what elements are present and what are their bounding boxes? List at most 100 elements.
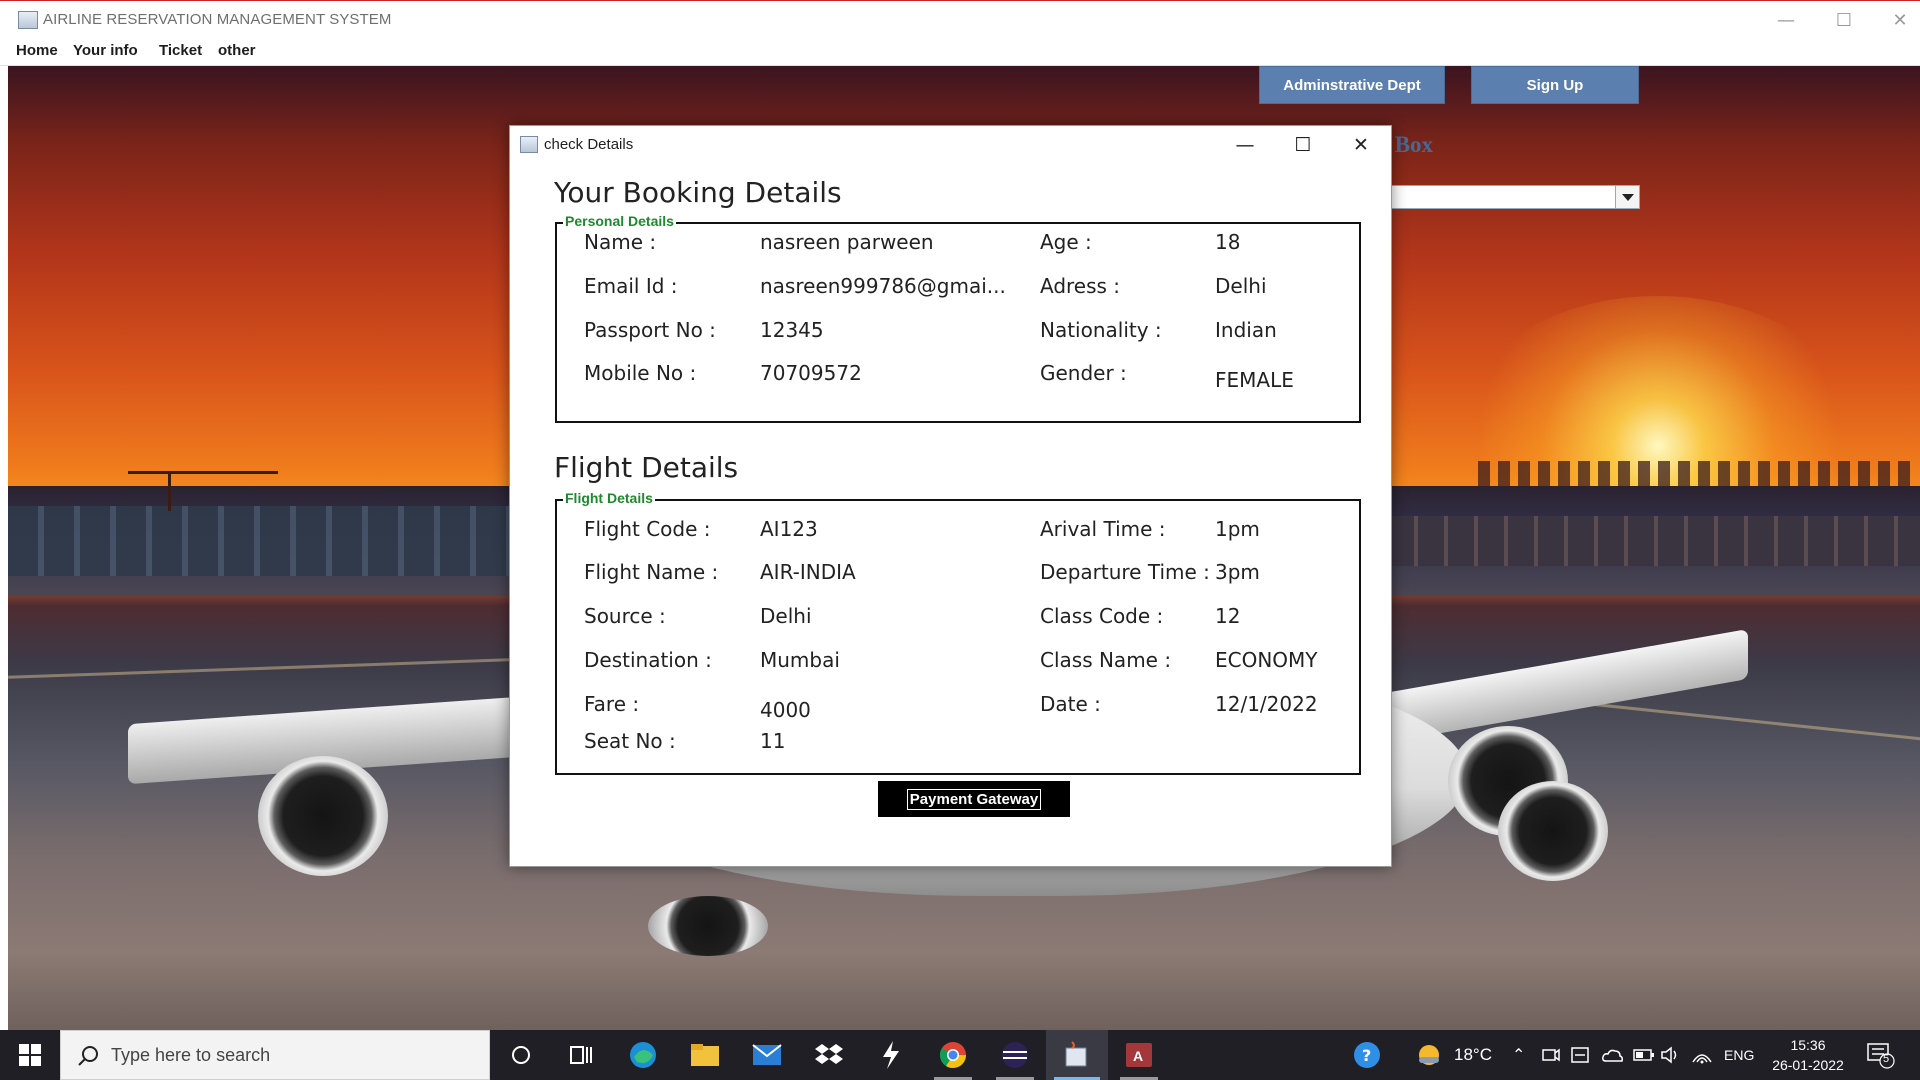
help-icon[interactable]: ? (1352, 1030, 1382, 1080)
notification-count-badge: 5 (1883, 1053, 1890, 1065)
date-label: Date : (1040, 692, 1101, 716)
seat-no-label: Seat No : (584, 729, 676, 753)
departure-time-label: Departure Time : (1040, 560, 1210, 584)
flight-name-value: AIR-INDIA (760, 560, 856, 584)
passport-value: 12345 (760, 318, 824, 342)
weather-sun-icon[interactable] (1415, 1030, 1443, 1080)
dialog-title: check Details (544, 136, 634, 153)
fare-label: Fare : (584, 692, 640, 716)
minimize-icon[interactable]: — (1758, 1, 1814, 39)
flight-details-legend: Flight Details (563, 490, 655, 506)
chrome-browser-icon[interactable] (922, 1030, 984, 1080)
sign-up-button[interactable]: Sign Up (1471, 66, 1639, 104)
onedrive-cloud-icon[interactable] (1601, 1030, 1623, 1080)
nationality-label: Nationality : (1040, 318, 1162, 342)
gender-value: FEMALE (1215, 368, 1294, 392)
clock-date: 26-01-2022 (1772, 1057, 1844, 1073)
task-view-icon[interactable] (550, 1030, 612, 1080)
departure-time-value: 3pm (1215, 560, 1260, 584)
destination-label: Destination : (584, 648, 712, 672)
class-code-label: Class Code : (1040, 604, 1164, 628)
mail-icon[interactable] (736, 1030, 798, 1080)
payment-gateway-button[interactable]: Payment Gateway (878, 781, 1070, 817)
class-name-value: ECONOMY (1215, 648, 1318, 672)
menu-home[interactable]: Home (16, 42, 58, 59)
maximize-icon[interactable]: ☐ (1274, 126, 1332, 164)
windows-start-icon[interactable] (0, 1030, 60, 1080)
nationality-value: Indian (1215, 318, 1277, 342)
address-value: Delhi (1215, 274, 1267, 298)
dropbox-icon[interactable] (798, 1030, 860, 1080)
main-window-titlebar: AIRLINE RESERVATION MANAGEMENT SYSTEM — … (0, 0, 1920, 38)
edge-browser-icon[interactable] (612, 1030, 674, 1080)
seat-no-value: 11 (760, 729, 786, 753)
class-name-label: Class Name : (1040, 648, 1172, 672)
flight-code-value: AI123 (760, 517, 818, 541)
wifi-icon[interactable] (1691, 1030, 1713, 1080)
payment-gateway-label: Payment Gateway (906, 788, 1042, 810)
address-label: Adress : (1040, 274, 1121, 298)
menu-ticket[interactable]: Ticket (159, 42, 202, 59)
chevron-down-icon[interactable] (1615, 186, 1639, 208)
destination-value: Mumbai (760, 648, 840, 672)
personal-details-legend: Personal Details (563, 213, 676, 229)
svg-text:?: ? (1362, 1046, 1371, 1065)
java-app-icon (520, 136, 538, 153)
age-label: Age : (1040, 230, 1092, 254)
dialog-titlebar: check Details — ☐ ✕ (510, 126, 1391, 164)
maximize-icon[interactable]: ☐ (1816, 1, 1872, 39)
svg-text:A: A (1133, 1048, 1143, 1064)
source-label: Source : (584, 604, 666, 628)
clock-time: 15:36 (1790, 1037, 1826, 1053)
age-value: 18 (1215, 230, 1241, 254)
email-label: Email Id : (584, 274, 678, 298)
close-icon[interactable]: ✕ (1332, 126, 1390, 164)
name-value: nasreen parween (760, 230, 934, 254)
close-icon[interactable]: ✕ (1872, 1, 1920, 39)
menu-your-info[interactable]: Your info (73, 42, 138, 59)
menu-bar: Home Your info Ticket other (0, 38, 1920, 66)
main-window-title: AIRLINE RESERVATION MANAGEMENT SYSTEM (43, 11, 392, 28)
arrival-time-label: Arival Time : (1040, 517, 1166, 541)
mobile-label: Mobile No : (584, 361, 697, 385)
combo-box[interactable] (1390, 185, 1640, 209)
clock[interactable]: 15:36 26-01-2022 (1768, 1030, 1848, 1080)
power-automate-icon[interactable] (860, 1030, 922, 1080)
personal-details-group: Personal Details Name : nasreen parween … (555, 213, 1361, 423)
language-indicator[interactable]: ENG (1724, 1030, 1754, 1080)
chevron-up-icon[interactable]: ⌃ (1512, 1030, 1525, 1080)
antivirus-icon[interactable] (1571, 1030, 1589, 1080)
passport-label: Passport No : (584, 318, 716, 342)
java-app-icon (18, 11, 38, 29)
booking-details-heading: Your Booking Details (554, 176, 842, 209)
date-value: 12/1/2022 (1215, 692, 1318, 716)
class-code-value: 12 (1215, 604, 1241, 628)
windows-taskbar: Type here to search A ? 18°C ⌃ ENG 15:36… (0, 1030, 1920, 1080)
volume-icon[interactable] (1660, 1030, 1682, 1080)
taskbar-search-placeholder: Type here to search (111, 1045, 271, 1065)
java-app-taskbar-icon[interactable] (1046, 1030, 1108, 1080)
meeting-camera-icon[interactable] (1542, 1030, 1560, 1080)
search-icon (78, 1046, 98, 1066)
taskbar-search-box[interactable]: Type here to search (60, 1030, 490, 1080)
arrival-time-value: 1pm (1215, 517, 1260, 541)
fare-value: 4000 (760, 698, 811, 722)
flight-details-group: Flight Details Flight Code : AI123 Ariva… (555, 490, 1361, 775)
check-details-dialog: check Details — ☐ ✕ Your Booking Details… (509, 125, 1392, 867)
gender-label: Gender : (1040, 361, 1127, 385)
menu-other[interactable]: other (218, 42, 256, 59)
cortana-icon[interactable] (490, 1030, 552, 1080)
access-db-icon[interactable]: A (1108, 1030, 1170, 1080)
source-value: Delhi (760, 604, 812, 628)
mobile-value: 70709572 (760, 361, 862, 385)
notification-center-icon[interactable]: 5 (1866, 1030, 1896, 1080)
eclipse-ide-icon[interactable] (984, 1030, 1046, 1080)
email-value: nasreen999786@gmai... (760, 274, 1006, 298)
name-label: Name : (584, 230, 657, 254)
battery-icon[interactable] (1633, 1030, 1655, 1080)
file-explorer-icon[interactable] (674, 1030, 736, 1080)
weather-temperature[interactable]: 18°C (1454, 1030, 1492, 1080)
flight-name-label: Flight Name : (584, 560, 719, 584)
minimize-icon[interactable]: — (1216, 126, 1274, 164)
administrative-dept-button[interactable]: Adminstrative Dept (1259, 66, 1445, 104)
